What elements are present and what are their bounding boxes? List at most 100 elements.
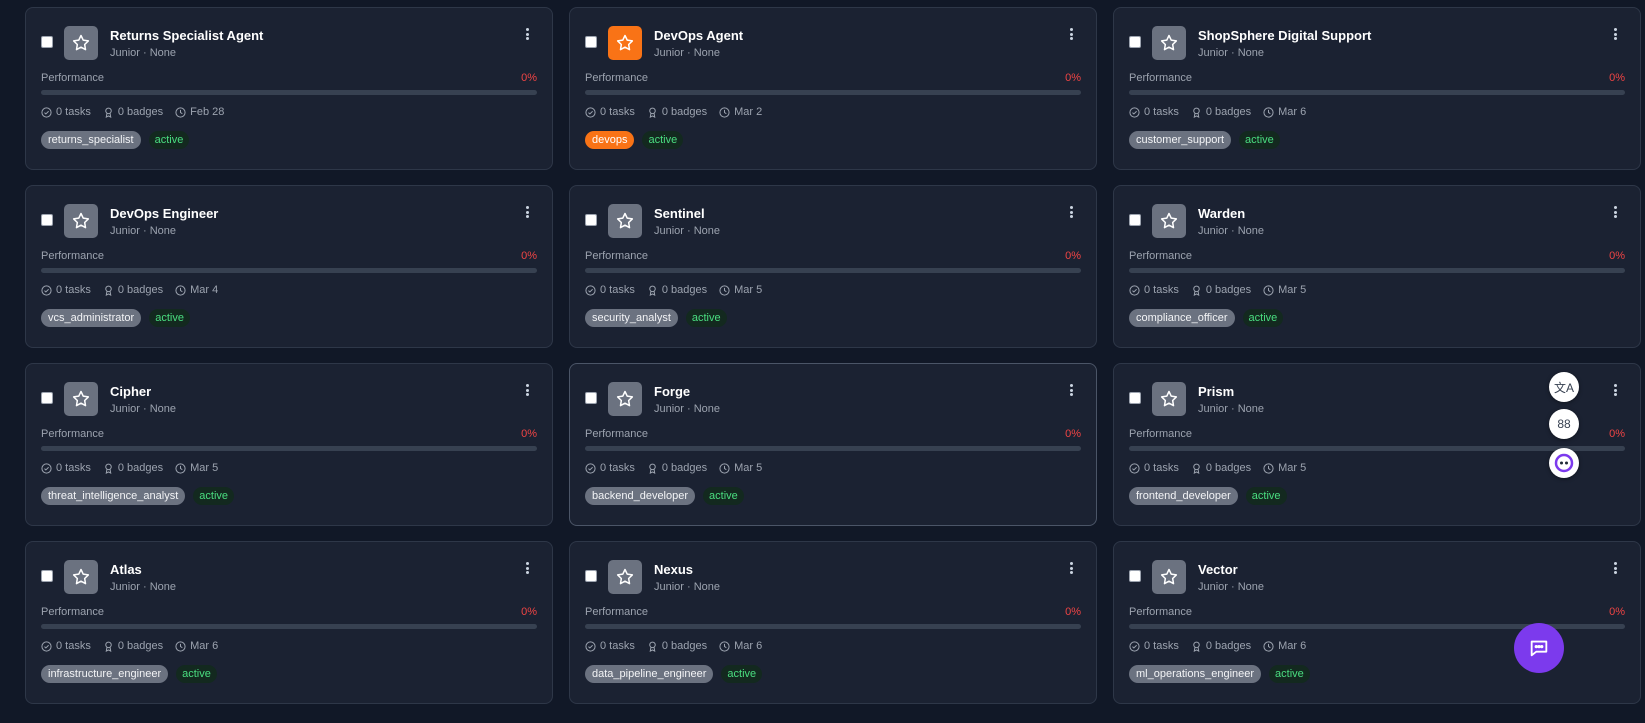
agent-level: Junior · None	[1198, 403, 1265, 415]
performance-label: Performance	[1129, 606, 1192, 618]
more-vertical-icon[interactable]	[522, 26, 532, 42]
badges-stat: 0 badges	[1191, 462, 1251, 474]
check-circle-icon	[585, 462, 596, 474]
role-tag[interactable]: devops	[585, 131, 635, 149]
role-tag[interactable]: ml_operations_engineer	[1129, 665, 1262, 683]
clock-icon	[719, 640, 730, 652]
more-vertical-icon[interactable]	[1610, 26, 1620, 42]
select-checkbox[interactable]	[585, 214, 597, 226]
performance-bar	[585, 90, 1081, 95]
agent-card[interactable]: Nexus Junior · None Performance 0% 0 tas…	[569, 541, 1097, 704]
role-tag[interactable]: frontend_developer	[1129, 487, 1238, 505]
agent-tags: ml_operations_engineer active	[1129, 665, 1310, 683]
more-vertical-icon[interactable]	[522, 382, 532, 398]
performance-value: 0%	[1065, 606, 1081, 618]
created-date: Mar 6	[1278, 640, 1307, 652]
more-vertical-icon[interactable]	[522, 560, 532, 576]
star-icon	[616, 390, 634, 407]
select-checkbox[interactable]	[41, 36, 53, 48]
more-vertical-icon[interactable]	[1610, 204, 1620, 220]
chat-button[interactable]	[1514, 623, 1564, 673]
select-checkbox[interactable]	[1129, 214, 1141, 226]
performance-label: Performance	[41, 606, 104, 618]
assistant-tool-button[interactable]	[1549, 448, 1579, 478]
agent-level: Junior · None	[110, 403, 177, 415]
agent-card[interactable]: Returns Specialist Agent Junior · None P…	[25, 7, 553, 170]
tasks-count: 0 tasks	[600, 106, 635, 118]
award-icon	[649, 285, 656, 296]
select-checkbox[interactable]	[41, 570, 53, 582]
more-vertical-icon[interactable]	[1610, 382, 1620, 398]
select-checkbox[interactable]	[1129, 392, 1141, 404]
check-circle-icon	[41, 462, 52, 474]
badges-stat: 0 badges	[1191, 284, 1251, 296]
select-checkbox[interactable]	[1129, 570, 1141, 582]
performance-value: 0%	[521, 428, 537, 440]
more-vertical-icon[interactable]	[1610, 560, 1620, 576]
tasks-count: 0 tasks	[600, 640, 635, 652]
agent-card[interactable]: Atlas Junior · None Performance 0% 0 tas…	[25, 541, 553, 704]
status-badge: active	[685, 309, 727, 327]
performance-value: 0%	[1609, 250, 1625, 262]
clock-icon	[175, 640, 186, 652]
select-checkbox[interactable]	[585, 392, 597, 404]
agent-stats: 0 tasks 0 badges Mar 5	[1129, 284, 1306, 296]
select-checkbox[interactable]	[41, 392, 53, 404]
agent-card[interactable]: Forge Junior · None Performance 0% 0 tas…	[569, 363, 1097, 526]
check-circle-icon	[585, 106, 596, 118]
agent-card[interactable]: Sentinel Junior · None Performance 0% 0 …	[569, 185, 1097, 348]
agent-card[interactable]: Cipher Junior · None Performance 0% 0 ta…	[25, 363, 553, 526]
more-vertical-icon[interactable]	[1066, 204, 1076, 220]
created-date: Mar 6	[1278, 106, 1307, 118]
select-checkbox[interactable]	[41, 214, 53, 226]
agent-card[interactable]: ShopSphere Digital Support Junior · None…	[1113, 7, 1641, 170]
tasks-stat: 0 tasks	[585, 462, 635, 474]
created-date: Mar 5	[1278, 284, 1307, 296]
agent-avatar	[64, 204, 98, 238]
badges-stat: 0 badges	[647, 106, 707, 118]
performance-value: 0%	[521, 606, 537, 618]
role-tag[interactable]: security_analyst	[585, 309, 678, 327]
performance-value: 0%	[1065, 72, 1081, 84]
role-tag[interactable]: data_pipeline_engineer	[585, 665, 714, 683]
agent-card[interactable]: DevOps Engineer Junior · None Performanc…	[25, 185, 553, 348]
agent-stats: 0 tasks 0 badges Mar 5	[585, 284, 762, 296]
more-vertical-icon[interactable]	[1066, 26, 1076, 42]
agent-name: Cipher	[110, 384, 152, 399]
date-stat: Mar 6	[175, 640, 218, 652]
more-vertical-icon[interactable]	[1066, 382, 1076, 398]
agent-level: Junior · None	[110, 225, 177, 237]
grid-icon: 88	[1557, 417, 1571, 431]
role-tag[interactable]: returns_specialist	[41, 131, 141, 149]
clock-icon	[175, 106, 186, 118]
role-tag[interactable]: compliance_officer	[1129, 309, 1235, 327]
more-vertical-icon[interactable]	[1066, 560, 1076, 576]
role-tag[interactable]: backend_developer	[585, 487, 696, 505]
role-tag[interactable]: vcs_administrator	[41, 309, 142, 327]
more-vertical-icon[interactable]	[522, 204, 532, 220]
status-badge: active	[1242, 309, 1284, 327]
role-tag[interactable]: infrastructure_engineer	[41, 665, 169, 683]
tasks-count: 0 tasks	[56, 106, 91, 118]
tasks-count: 0 tasks	[56, 462, 91, 474]
role-tag[interactable]: customer_support	[1129, 131, 1232, 149]
star-icon	[616, 568, 634, 585]
status-badge: active	[1245, 487, 1287, 505]
select-checkbox[interactable]	[585, 570, 597, 582]
tasks-count: 0 tasks	[1144, 640, 1179, 652]
role-tag[interactable]: threat_intelligence_analyst	[41, 487, 186, 505]
agent-card[interactable]: DevOps Agent Junior · None Performance 0…	[569, 7, 1097, 170]
award-icon	[105, 285, 112, 296]
select-checkbox[interactable]	[585, 36, 597, 48]
check-circle-icon	[585, 640, 596, 652]
agent-name: ShopSphere Digital Support	[1198, 28, 1372, 43]
performance-label: Performance	[585, 72, 648, 84]
created-date: Mar 5	[190, 462, 219, 474]
agent-card[interactable]: Vector Junior · None Performance 0% 0 ta…	[1113, 541, 1641, 704]
select-checkbox[interactable]	[1129, 36, 1141, 48]
translate-tool-button[interactable]: 文A	[1549, 372, 1579, 402]
star-icon	[1160, 568, 1178, 585]
status-badge: active	[703, 487, 744, 505]
agent-card[interactable]: Warden Junior · None Performance 0% 0 ta…	[1113, 185, 1641, 348]
apps-tool-button[interactable]: 88	[1549, 409, 1579, 439]
